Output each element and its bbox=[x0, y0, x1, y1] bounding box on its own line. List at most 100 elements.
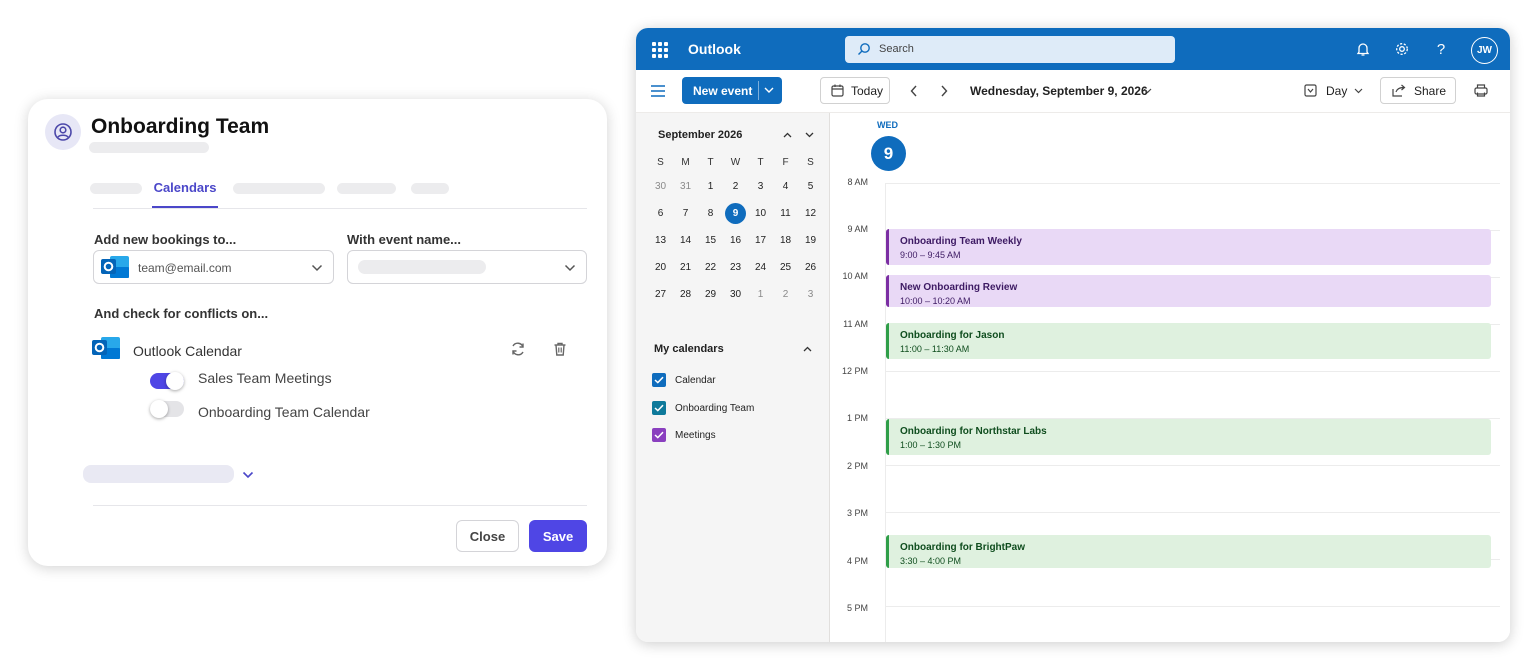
date-cell[interactable]: 13 bbox=[648, 235, 673, 246]
date-cell[interactable]: 3 bbox=[798, 289, 823, 300]
calendar-event[interactable]: Onboarding for BrightPaw 3:30 – 4:00 PM bbox=[886, 535, 1491, 568]
toggle-onboarding-team-calendar[interactable] bbox=[150, 400, 184, 418]
chevron-down-icon[interactable] bbox=[764, 87, 774, 94]
my-calendars-header[interactable]: My calendars bbox=[654, 343, 724, 355]
date-cell[interactable]: 19 bbox=[798, 235, 823, 246]
date-cell[interactable]: 16 bbox=[723, 235, 748, 246]
new-event-label: New event bbox=[693, 84, 753, 98]
weekday-label: T bbox=[707, 156, 714, 168]
tab-calendars[interactable]: Calendars bbox=[152, 180, 218, 195]
date-cell[interactable]: 4 bbox=[773, 181, 798, 192]
chevron-up-icon[interactable] bbox=[783, 132, 792, 138]
checkbox-checked-icon[interactable] bbox=[652, 373, 666, 387]
chevron-down-icon[interactable] bbox=[1354, 88, 1363, 94]
tab-placeholder-4[interactable] bbox=[411, 183, 449, 194]
checkbox-checked-icon[interactable] bbox=[652, 401, 666, 415]
date-cell[interactable]: 10 bbox=[748, 208, 773, 219]
current-date-title[interactable]: Wednesday, September 9, 2026 bbox=[970, 84, 1148, 98]
hamburger-menu-icon[interactable] bbox=[651, 85, 665, 97]
date-cell[interactable]: 30 bbox=[723, 289, 748, 300]
date-cell-selected[interactable]: 9 bbox=[723, 203, 748, 224]
next-day-icon[interactable] bbox=[940, 85, 948, 97]
bookings-select[interactable]: team@email.com bbox=[93, 250, 334, 284]
date-cell[interactable]: 27 bbox=[648, 289, 673, 300]
chevron-down-icon[interactable] bbox=[242, 471, 254, 479]
app-name[interactable]: Outlook bbox=[688, 41, 741, 57]
date-cell[interactable]: 30 bbox=[648, 181, 673, 192]
date-cell[interactable]: 31 bbox=[673, 181, 698, 192]
date-cell[interactable]: 28 bbox=[673, 289, 698, 300]
chevron-down-icon[interactable] bbox=[1143, 88, 1152, 94]
date-cell[interactable]: 26 bbox=[798, 262, 823, 273]
date-cell[interactable]: 21 bbox=[673, 262, 698, 273]
date-cell[interactable]: 15 bbox=[698, 235, 723, 246]
calendar-event[interactable]: Onboarding Team Weekly 9:00 – 9:45 AM bbox=[886, 229, 1491, 265]
calendar-name: Onboarding Team bbox=[675, 402, 755, 414]
date-cell[interactable]: 20 bbox=[648, 262, 673, 273]
mini-calendar-month[interactable]: September 2026 bbox=[658, 129, 742, 141]
notifications-button[interactable] bbox=[1353, 39, 1373, 59]
weekday-label: S bbox=[807, 156, 814, 168]
selected-date[interactable]: 9 bbox=[725, 203, 746, 224]
week-row: 20 21 22 23 24 25 26 bbox=[648, 254, 823, 281]
calendar-event[interactable]: New Onboarding Review 10:00 – 10:20 AM bbox=[886, 275, 1491, 307]
date-cell[interactable]: 17 bbox=[748, 235, 773, 246]
new-event-button[interactable]: New event bbox=[682, 77, 782, 104]
calendar-today-icon bbox=[831, 84, 844, 97]
day-number[interactable]: 9 bbox=[871, 136, 906, 171]
toggle-sales-team-meetings[interactable] bbox=[150, 372, 184, 390]
chevron-up-icon[interactable] bbox=[803, 346, 812, 352]
chevron-down-icon[interactable] bbox=[805, 132, 814, 138]
refresh-button[interactable] bbox=[508, 339, 528, 359]
print-icon[interactable] bbox=[1474, 84, 1488, 97]
app-launcher-icon[interactable] bbox=[652, 42, 668, 58]
date-cell[interactable]: 29 bbox=[698, 289, 723, 300]
date-cell[interactable]: 23 bbox=[723, 262, 748, 273]
checkbox-checked-icon[interactable] bbox=[652, 428, 666, 442]
date-cell[interactable]: 2 bbox=[773, 289, 798, 300]
hour-label: 4 PM bbox=[846, 556, 868, 566]
date-cell[interactable]: 1 bbox=[698, 181, 723, 192]
date-cell[interactable]: 11 bbox=[773, 208, 798, 219]
save-button[interactable]: Save bbox=[529, 520, 587, 552]
calendar-event[interactable]: Onboarding for Jason 11:00 – 11:30 AM bbox=[886, 323, 1491, 359]
tab-placeholder-2[interactable] bbox=[233, 183, 325, 194]
tab-placeholder-3[interactable] bbox=[337, 183, 396, 194]
date-cell[interactable]: 24 bbox=[748, 262, 773, 273]
calendar-item-calendar[interactable]: Calendar bbox=[652, 372, 716, 388]
calendar-item-onboarding-team[interactable]: Onboarding Team bbox=[652, 400, 754, 416]
date-cell[interactable]: 14 bbox=[673, 235, 698, 246]
date-cell[interactable]: 3 bbox=[748, 181, 773, 192]
date-cell[interactable]: 5 bbox=[798, 181, 823, 192]
date-cell[interactable]: 1 bbox=[748, 289, 773, 300]
date-cell[interactable]: 25 bbox=[773, 262, 798, 273]
tab-placeholder-1[interactable] bbox=[90, 183, 142, 194]
view-switcher-label[interactable]: Day bbox=[1326, 84, 1347, 98]
help-button[interactable]: ? bbox=[1431, 39, 1451, 59]
date-cell[interactable]: 2 bbox=[723, 181, 748, 192]
bookings-value: team@email.com bbox=[138, 261, 232, 275]
calendar-event[interactable]: Onboarding for Northstar Labs 1:00 – 1:3… bbox=[886, 419, 1491, 455]
collapsed-section-placeholder[interactable] bbox=[83, 465, 234, 483]
close-button[interactable]: Close bbox=[456, 520, 519, 552]
event-name-select[interactable] bbox=[347, 250, 587, 284]
date-cell[interactable]: 6 bbox=[648, 208, 673, 219]
date-cell[interactable]: 7 bbox=[673, 208, 698, 219]
previous-day-icon[interactable] bbox=[910, 85, 918, 97]
settings-button[interactable] bbox=[1392, 39, 1412, 59]
date-cell[interactable]: 22 bbox=[698, 262, 723, 273]
search-input[interactable]: Search bbox=[845, 36, 1175, 63]
today-button[interactable]: Today bbox=[820, 77, 890, 104]
calendar-name: Calendar bbox=[675, 374, 716, 386]
hour-label: 5 PM bbox=[846, 603, 868, 613]
date-cell[interactable]: 8 bbox=[698, 208, 723, 219]
user-circle-icon bbox=[54, 123, 72, 141]
navigation-pane: September 2026 S M T W T F S 30 31 1 2 3… bbox=[636, 113, 830, 642]
share-button[interactable]: Share bbox=[1380, 77, 1456, 104]
delete-button[interactable] bbox=[550, 339, 570, 359]
calendar-item-meetings[interactable]: Meetings bbox=[652, 427, 716, 443]
date-cell[interactable]: 12 bbox=[798, 208, 823, 219]
team-avatar bbox=[45, 114, 81, 150]
date-cell[interactable]: 18 bbox=[773, 235, 798, 246]
user-avatar[interactable]: JW bbox=[1471, 37, 1498, 64]
